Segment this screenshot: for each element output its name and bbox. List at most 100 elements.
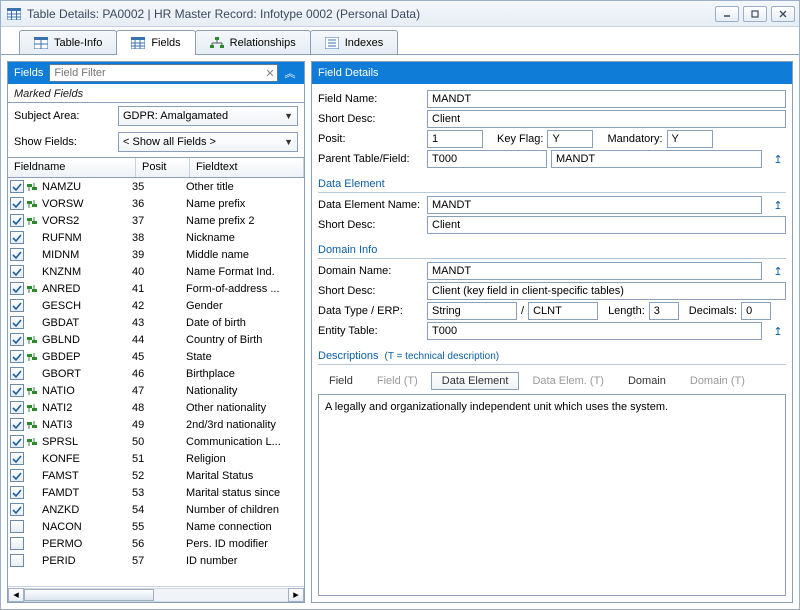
- row-checkbox[interactable]: [10, 384, 24, 397]
- col-fieldtext[interactable]: Fieldtext: [190, 158, 304, 177]
- tab-relationships[interactable]: Relationships: [195, 30, 311, 54]
- field-name-input[interactable]: [427, 90, 786, 108]
- entity-input[interactable]: [427, 322, 762, 340]
- table-row[interactable]: ANZKD54Number of children: [8, 501, 304, 518]
- table-row[interactable]: KONFE51Religion: [8, 450, 304, 467]
- table-row[interactable]: NACON55Name connection: [8, 518, 304, 535]
- table-row[interactable]: GBDAT43Date of birth: [8, 314, 304, 331]
- table-row[interactable]: ANRED41Form-of-address ...: [8, 280, 304, 297]
- dom-short-input[interactable]: [427, 282, 786, 300]
- description-text[interactable]: A legally and organizationally independe…: [318, 394, 786, 596]
- field-filter-input[interactable]: [50, 67, 263, 79]
- table-row[interactable]: GBLND44Country of Birth: [8, 331, 304, 348]
- scroll-track[interactable]: [24, 588, 288, 602]
- tab-table-info[interactable]: Table-Info: [19, 30, 117, 54]
- length-input[interactable]: [649, 302, 679, 320]
- table-row[interactable]: PERMO56Pers. ID modifier: [8, 535, 304, 552]
- desc-tab-field[interactable]: Field: [318, 372, 364, 390]
- tab-fields[interactable]: Fields: [116, 30, 195, 55]
- table-row[interactable]: VORSW36Name prefix: [8, 195, 304, 212]
- goto-entity-icon[interactable]: ↥: [770, 323, 786, 339]
- parent-field-input[interactable]: [551, 150, 762, 168]
- row-checkbox[interactable]: [10, 503, 24, 516]
- row-checkbox[interactable]: [10, 333, 24, 346]
- de-short-input[interactable]: [427, 216, 786, 234]
- close-button[interactable]: [771, 6, 795, 22]
- cell-posit: 38: [132, 232, 186, 244]
- row-checkbox[interactable]: [10, 554, 24, 567]
- row-checkbox[interactable]: [10, 316, 24, 329]
- row-checkbox[interactable]: [10, 520, 24, 533]
- desc-tab-domain-t[interactable]: Domain (T): [679, 372, 756, 390]
- row-checkbox[interactable]: [10, 486, 24, 499]
- table-row[interactable]: GBORT46Birthplace: [8, 365, 304, 382]
- decimals-input[interactable]: [741, 302, 771, 320]
- show-fields-combo[interactable]: < Show all Fields > ▼: [118, 132, 298, 152]
- row-checkbox[interactable]: [10, 401, 24, 414]
- table-row[interactable]: FAMST52Marital Status: [8, 467, 304, 484]
- goto-parent-icon[interactable]: ↥: [770, 151, 786, 167]
- table-row[interactable]: GBDEP45State: [8, 348, 304, 365]
- desc-tab-domain[interactable]: Domain: [617, 372, 677, 390]
- row-checkbox[interactable]: [10, 350, 24, 363]
- table-row[interactable]: VORS237Name prefix 2: [8, 212, 304, 229]
- table-row[interactable]: RUFNM38Nickname: [8, 229, 304, 246]
- scroll-left-button[interactable]: ◂: [8, 588, 24, 602]
- table-row[interactable]: MIDNM39Middle name: [8, 246, 304, 263]
- collapse-icon[interactable]: ︽: [282, 65, 298, 81]
- table-row[interactable]: GESCH42Gender: [8, 297, 304, 314]
- dom-short-label: Short Desc:: [318, 285, 423, 297]
- row-checkbox[interactable]: [10, 180, 24, 193]
- de-name-input[interactable]: [427, 196, 762, 214]
- key-flag-input[interactable]: [547, 130, 593, 148]
- table-row[interactable]: NAMZU35Other title: [8, 178, 304, 195]
- table-row[interactable]: SPRSL50Communication L...: [8, 433, 304, 450]
- cell-fieldname: PERID: [40, 555, 132, 567]
- table-row[interactable]: NATI3492nd/3rd nationality: [8, 416, 304, 433]
- short-desc-input[interactable]: [427, 110, 786, 128]
- horizontal-scrollbar[interactable]: ◂ ▸: [8, 586, 304, 602]
- row-checkbox[interactable]: [10, 418, 24, 431]
- goto-de-icon[interactable]: ↥: [770, 197, 786, 213]
- desc-tab-field-t[interactable]: Field (T): [366, 372, 429, 390]
- maximize-button[interactable]: [743, 6, 767, 22]
- row-checkbox[interactable]: [10, 452, 24, 465]
- relation-marker-icon: [26, 232, 38, 244]
- minimize-button[interactable]: [715, 6, 739, 22]
- posit-input[interactable]: [427, 130, 483, 148]
- scroll-thumb[interactable]: [24, 589, 154, 601]
- scroll-right-button[interactable]: ▸: [288, 588, 304, 602]
- row-checkbox[interactable]: [10, 435, 24, 448]
- dtype-input[interactable]: [427, 302, 517, 320]
- table-row[interactable]: FAMDT53Marital status since: [8, 484, 304, 501]
- dom-name-input[interactable]: [427, 262, 762, 280]
- row-checkbox[interactable]: [10, 299, 24, 312]
- subject-area-combo[interactable]: GDPR: Amalgamated ▼: [118, 106, 298, 126]
- table-row[interactable]: PERID57ID number: [8, 552, 304, 569]
- col-fieldname[interactable]: Fieldname: [8, 158, 136, 177]
- field-filter-box[interactable]: ✕: [49, 64, 278, 82]
- row-checkbox[interactable]: [10, 197, 24, 210]
- desc-tab-data-element[interactable]: Data Element: [431, 372, 520, 390]
- desc-tab-data-elem-t[interactable]: Data Elem. (T): [521, 372, 615, 390]
- row-checkbox[interactable]: [10, 231, 24, 244]
- row-checkbox[interactable]: [10, 367, 24, 380]
- row-checkbox[interactable]: [10, 248, 24, 261]
- mandatory-input[interactable]: [667, 130, 713, 148]
- erp-input[interactable]: [528, 302, 598, 320]
- row-checkbox[interactable]: [10, 265, 24, 278]
- row-checkbox[interactable]: [10, 537, 24, 550]
- parent-table-input[interactable]: [427, 150, 547, 168]
- col-posit[interactable]: Posit: [136, 158, 190, 177]
- table-row[interactable]: NATIO47Nationality: [8, 382, 304, 399]
- table-row[interactable]: KNZNM40Name Format Ind.: [8, 263, 304, 280]
- cell-fieldname: GBORT: [40, 368, 132, 380]
- row-checkbox[interactable]: [10, 214, 24, 227]
- tab-indexes[interactable]: Indexes: [310, 30, 399, 54]
- goto-domain-icon[interactable]: ↥: [770, 263, 786, 279]
- grid-body[interactable]: NAMZU35Other titleVORSW36Name prefixVORS…: [8, 178, 304, 586]
- clear-filter-icon[interactable]: ✕: [263, 66, 277, 80]
- table-row[interactable]: NATI248Other nationality: [8, 399, 304, 416]
- row-checkbox[interactable]: [10, 282, 24, 295]
- row-checkbox[interactable]: [10, 469, 24, 482]
